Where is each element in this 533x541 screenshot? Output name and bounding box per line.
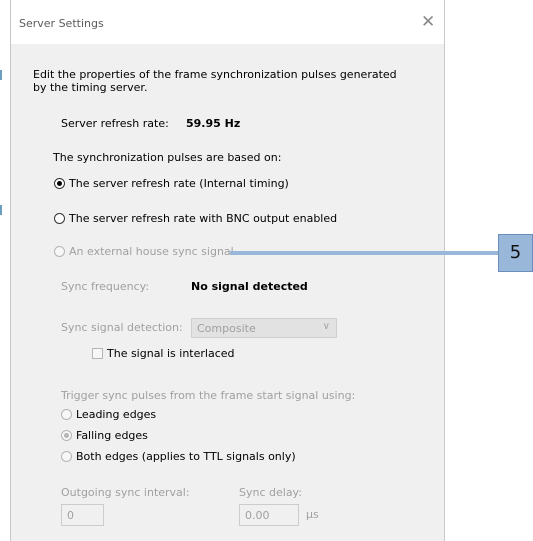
- refresh-rate-label: Server refresh rate:: [61, 117, 169, 130]
- dialog-title: Server Settings: [19, 17, 104, 30]
- interlaced-checkbox[interactable]: [92, 348, 103, 359]
- sync-detection-label: Sync signal detection:: [61, 321, 183, 334]
- sync-detection-selected: Composite: [197, 322, 256, 335]
- sync-delay-unit: µs: [306, 508, 319, 521]
- refresh-rate-value: 59.95 Hz: [186, 117, 241, 130]
- trigger-label: Trigger sync pulses from the frame start…: [61, 389, 356, 402]
- sync-delay-label: Sync delay:: [239, 486, 302, 499]
- title-bar[interactable]: Server Settings ✕: [11, 0, 444, 44]
- radio-both-edges[interactable]: [61, 451, 72, 462]
- radio-external-sync[interactable]: [54, 246, 65, 257]
- window-edge-mark: [0, 70, 2, 80]
- close-icon[interactable]: ✕: [421, 12, 435, 32]
- sync-frequency-label: Sync frequency:: [61, 280, 150, 293]
- radio-internal-timing-label[interactable]: The server refresh rate (Internal timing…: [69, 177, 289, 190]
- radio-bnc-output-label[interactable]: The server refresh rate with BNC output …: [69, 212, 337, 225]
- sync-delay-input[interactable]: 0.00: [239, 504, 299, 526]
- outgoing-interval-value: 0: [67, 509, 74, 522]
- based-on-label: The synchronization pulses are based on:: [53, 151, 282, 164]
- radio-falling-edges[interactable]: [61, 430, 72, 441]
- server-settings-dialog: Server Settings ✕ Edit the properties of…: [10, 0, 445, 541]
- radio-falling-edges-label[interactable]: Falling edges: [76, 429, 148, 442]
- callout-line: [230, 251, 498, 255]
- interlaced-label[interactable]: The signal is interlaced: [107, 347, 235, 360]
- radio-leading-edges-label[interactable]: Leading edges: [76, 408, 156, 421]
- sync-delay-value: 0.00: [245, 509, 270, 522]
- radio-leading-edges[interactable]: [61, 409, 72, 420]
- window-edge-mark: [0, 205, 2, 215]
- sync-frequency-value: No signal detected: [191, 280, 308, 293]
- dialog-description: Edit the properties of the frame synchro…: [33, 68, 397, 94]
- radio-internal-timing[interactable]: [54, 178, 65, 189]
- radio-bnc-output[interactable]: [54, 213, 65, 224]
- radio-external-sync-label[interactable]: An external house sync signal: [69, 245, 234, 258]
- chevron-down-icon: ∨: [322, 321, 330, 332]
- outgoing-interval-label: Outgoing sync interval:: [61, 486, 190, 499]
- sync-detection-select[interactable]: Composite ∨: [191, 318, 337, 338]
- radio-both-edges-label[interactable]: Both edges (applies to TTL signals only): [76, 450, 296, 463]
- callout-number-badge: 5: [498, 234, 533, 272]
- outgoing-interval-input[interactable]: 0: [61, 504, 104, 526]
